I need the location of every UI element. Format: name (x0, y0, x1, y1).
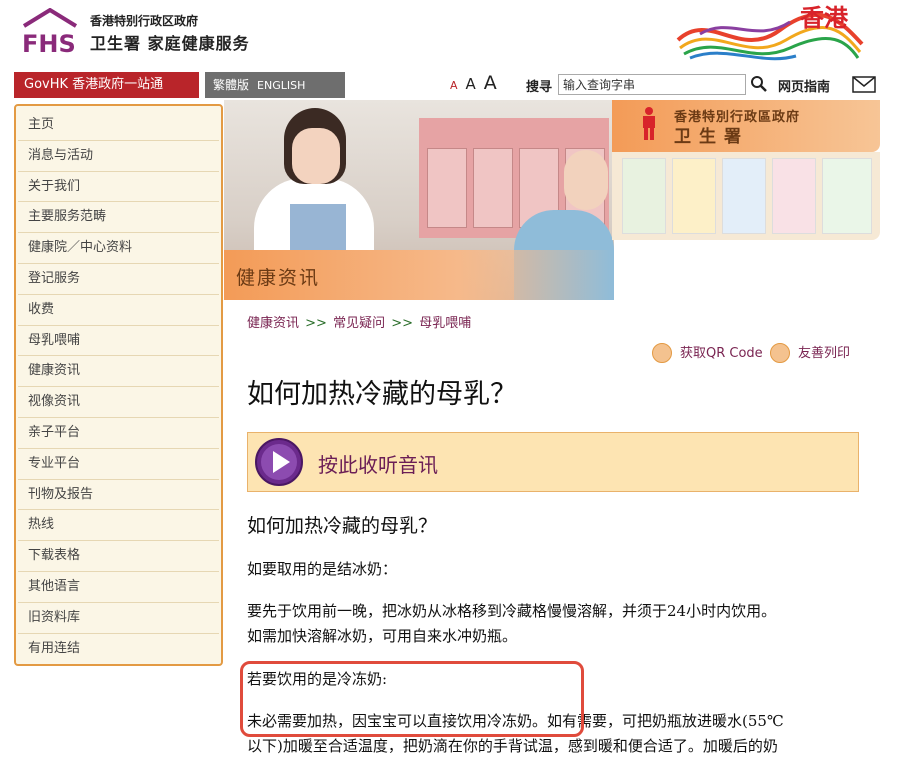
sidebar-item-parenting[interactable]: 亲子平台 (18, 418, 219, 449)
mail-icon[interactable] (852, 76, 876, 93)
sidebar-item-video[interactable]: 视像资讯 (18, 387, 219, 418)
sidebar-item-registration[interactable]: 登记服务 (18, 264, 219, 295)
lang-traditional-link[interactable]: 繁體版 (213, 78, 249, 92)
sidebar-item-breastfeeding[interactable]: 母乳喂哺 (18, 326, 219, 357)
paragraph-warming-line2: 以下)加暖至合适温度，把奶滴在你的手背试温，感到暖和便合适了。加暖后的奶 (247, 737, 778, 755)
font-small-button[interactable]: A (450, 79, 458, 92)
logo-line2: 卫生署 家庭健康服务 (90, 34, 250, 53)
govhk-link[interactable]: GovHK 香港政府一站通 (14, 72, 199, 98)
print-icon[interactable] (770, 343, 790, 363)
sidebar-item-about[interactable]: 关于我们 (18, 172, 219, 203)
page-title: 如何加热冷藏的母乳？ (247, 379, 517, 410)
sidebar-item-fees[interactable]: 收费 (18, 295, 219, 326)
logo-line1: 香港特别行政区政府 (90, 14, 199, 28)
paragraph-thawing-line2: 如需加快溶解冰奶，可用自来水冲奶瓶。 (247, 627, 518, 645)
lang-english-link[interactable]: ENGLISH (257, 79, 305, 92)
sidebar-item-professional[interactable]: 专业平台 (18, 449, 219, 480)
play-icon[interactable] (254, 437, 304, 487)
sidebar-item-home[interactable]: 主页 (18, 110, 219, 141)
sidebar-nav: 主页 消息与活动 关于我们 主要服务范畴 健康院／中心资料 登记服务 收费 母乳… (14, 104, 223, 666)
breadcrumb-breastfeeding[interactable]: 母乳喂哺 (419, 316, 471, 331)
qr-code-icon[interactable] (652, 343, 672, 363)
site-header: FHS 香港特别行政区政府 卫生署 家庭健康服务 香港 (0, 0, 900, 72)
breadcrumb-separator: >> (391, 316, 414, 331)
audio-play-button[interactable]: 按此收听音讯 (247, 432, 859, 492)
font-size-controls: AAA (450, 72, 505, 98)
sidebar-item-hotline[interactable]: 热线 (18, 510, 219, 542)
audio-label[interactable]: 按此收听音讯 (318, 449, 438, 478)
svg-text:FHS: FHS (22, 30, 76, 56)
highlight-annotation-box (240, 661, 584, 737)
sidebar-item-health-info[interactable]: 健康资讯 (18, 356, 219, 388)
paragraph-thawing-line1: 要先于饮用前一晚，把冰奶从冰格移到冷藏格慢慢溶解，并须于24小时内饮用。 (247, 602, 777, 620)
paragraph-frozen-milk: 如要取用的是结冰奶： (247, 560, 398, 578)
banner-caption: 健康资讯 (236, 267, 321, 289)
breadcrumb-faq[interactable]: 常见疑问 (333, 316, 385, 331)
section-heading: 如何加热冷藏的母乳？ (247, 515, 438, 537)
sitemap-link[interactable]: 网页指南 (778, 76, 830, 95)
sidebar-item-news[interactable]: 消息与活动 (18, 141, 219, 172)
sidebar-item-publications[interactable]: 刊物及报告 (18, 480, 219, 511)
banner-posters (612, 152, 880, 240)
font-large-button[interactable]: A (484, 72, 497, 94)
search-icon[interactable] (750, 75, 768, 93)
dh-figure-icon (643, 107, 655, 140)
sidebar-item-archive[interactable]: 旧资料库 (18, 603, 219, 634)
sidebar-item-forms[interactable]: 下载表格 (18, 541, 219, 572)
dh-line2: 卫生署 (674, 127, 749, 147)
search-input[interactable] (558, 74, 746, 95)
sidebar-item-links[interactable]: 有用连结 (18, 634, 219, 665)
qr-code-link[interactable]: 获取QR Code (680, 342, 763, 361)
department-of-health-logo: 香港特別行政區政府 卫生署 (612, 100, 880, 152)
language-switcher: 繁體版 ENGLISH (205, 72, 345, 98)
sidebar-item-languages[interactable]: 其他语言 (18, 572, 219, 603)
sidebar-item-centres[interactable]: 健康院／中心资料 (18, 233, 219, 264)
breadcrumb: 健康资讯 >> 常见疑问 >> 母乳喂哺 (247, 312, 471, 331)
print-link[interactable]: 友善列印 (798, 342, 850, 361)
brand-hk-text: 香港 (800, 4, 848, 32)
breadcrumb-health-info[interactable]: 健康资讯 (247, 316, 299, 331)
banner-photo: 健康资讯 (224, 100, 614, 300)
top-bar: GovHK 香港政府一站通 繁體版ENGLISH AAA 搜寻 网页指南 (0, 72, 900, 98)
search-label: 搜寻 (526, 80, 553, 95)
page-banner: 健康资讯 香港特別行政區政府 卫生署 (224, 100, 880, 300)
breadcrumb-separator: >> (305, 316, 327, 331)
fhs-logo-icon[interactable]: FHS (18, 8, 82, 56)
sidebar-item-services[interactable]: 主要服务范畴 (18, 202, 219, 234)
font-medium-button[interactable]: A (466, 75, 476, 93)
